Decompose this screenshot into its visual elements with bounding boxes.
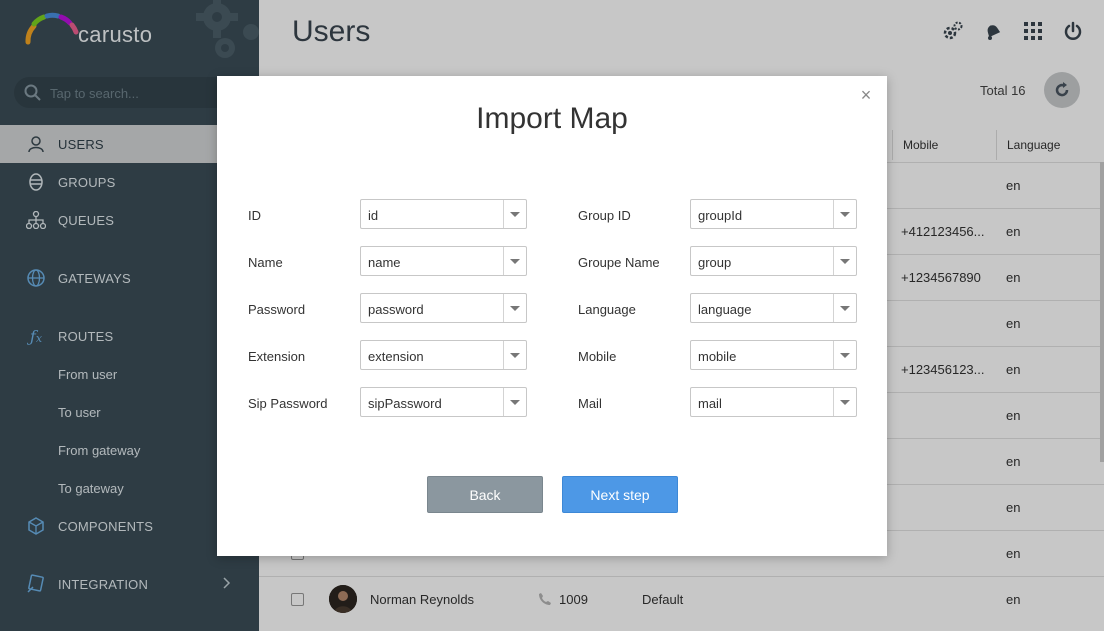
- field-label-group-name: Groupe Name: [578, 255, 660, 270]
- chevron-down-icon: [833, 388, 856, 416]
- chevron-down-icon: [503, 341, 526, 369]
- id-select[interactable]: id: [360, 199, 527, 229]
- field-label-extension: Extension: [248, 349, 306, 364]
- select-value: extension: [368, 349, 424, 364]
- mail-select[interactable]: mail: [690, 387, 857, 417]
- field-label-language: Language: [578, 302, 636, 317]
- chevron-down-icon: [503, 294, 526, 322]
- chevron-down-icon: [503, 247, 526, 275]
- mobile-select[interactable]: mobile: [690, 340, 857, 370]
- select-value: mobile: [698, 349, 737, 364]
- field-label-group-id: Group ID: [578, 208, 631, 223]
- field-label-sip-password: Sip Password: [248, 396, 328, 411]
- sip-password-select[interactable]: sipPassword: [360, 387, 527, 417]
- group-id-select[interactable]: groupId: [690, 199, 857, 229]
- chevron-down-icon: [833, 341, 856, 369]
- chevron-down-icon: [503, 200, 526, 228]
- select-value: id: [368, 208, 379, 223]
- language-select[interactable]: language: [690, 293, 857, 323]
- select-value: name: [368, 255, 401, 270]
- field-label-password: Password: [248, 302, 306, 317]
- select-value: group: [698, 255, 732, 270]
- select-value: mail: [698, 396, 722, 411]
- name-select[interactable]: name: [360, 246, 527, 276]
- chevron-down-icon: [503, 388, 526, 416]
- dialog-title: Import Map: [476, 102, 628, 135]
- chevron-down-icon: [833, 200, 856, 228]
- back-button[interactable]: Back: [427, 476, 543, 513]
- close-icon[interactable]: ×: [859, 86, 873, 104]
- field-label-name: Name: [248, 255, 283, 270]
- select-value: language: [698, 302, 752, 317]
- field-label-id: ID: [248, 208, 261, 223]
- extension-select[interactable]: extension: [360, 340, 527, 370]
- field-label-mail: Mail: [578, 396, 602, 411]
- field-label-mobile: Mobile: [578, 349, 617, 364]
- password-select[interactable]: password: [360, 293, 527, 323]
- chevron-down-icon: [833, 294, 856, 322]
- select-value: password: [368, 302, 424, 317]
- import-map-dialog: × Import Map ID id Name name Password pa…: [217, 76, 887, 556]
- select-value: sipPassword: [368, 396, 442, 411]
- chevron-down-icon: [833, 247, 856, 275]
- select-value: groupId: [698, 208, 743, 223]
- group-name-select[interactable]: group: [690, 246, 857, 276]
- next-step-button[interactable]: Next step: [562, 476, 678, 513]
